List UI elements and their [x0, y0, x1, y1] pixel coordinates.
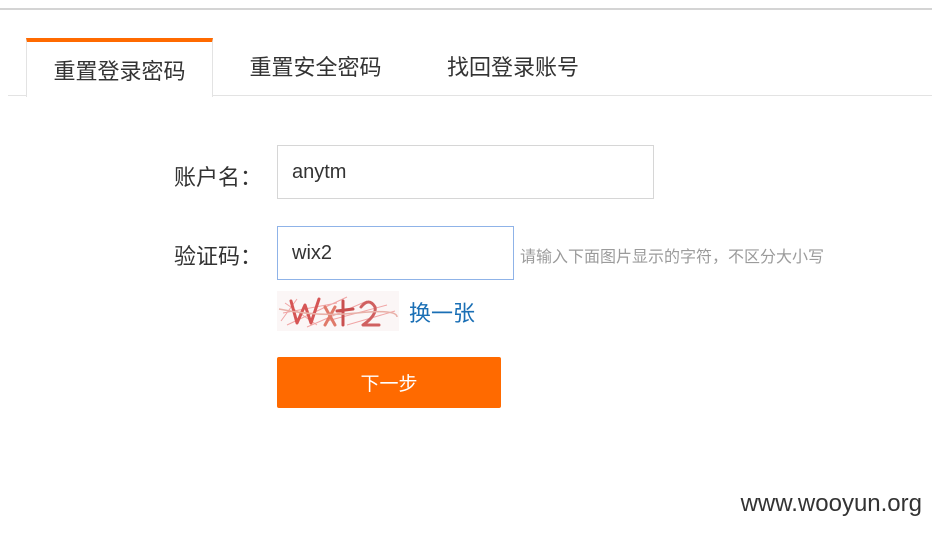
tab-reset-security-password[interactable]: 重置安全密码: [218, 38, 413, 96]
account-label: 账户名：: [173, 166, 262, 191]
watermark: www.wooyun.org: [740, 490, 922, 517]
account-input[interactable]: anytm: [277, 145, 654, 199]
captcha-image[interactable]: [277, 291, 399, 331]
next-step-button[interactable]: 下一步: [277, 357, 501, 408]
captcha-hint: 请输入下面图片显示的字符，不区分大小写: [520, 247, 825, 266]
tab-bar: 重置登录密码 重置安全密码 找回登录账号: [8, 38, 932, 97]
captcha-label: 验证码：: [173, 245, 262, 270]
captcha-input[interactable]: wix2: [277, 226, 514, 280]
top-divider: [0, 8, 932, 10]
tab-reset-login-password[interactable]: 重置登录密码: [26, 38, 213, 97]
refresh-captcha-link[interactable]: 换一张: [409, 296, 475, 328]
tab-recover-login-account[interactable]: 找回登录账号: [413, 38, 613, 96]
